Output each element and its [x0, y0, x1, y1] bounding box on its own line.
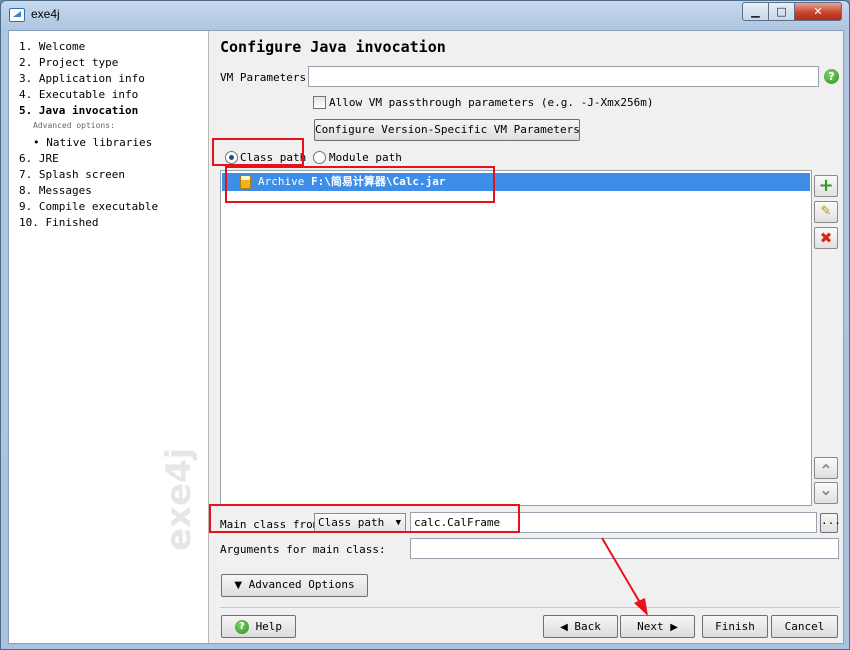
- back-button-label: Back: [574, 620, 601, 633]
- step-finished[interactable]: 10. Finished: [19, 215, 158, 231]
- maximize-button[interactable]: □: [768, 2, 795, 21]
- close-button[interactable]: ✕: [794, 2, 842, 21]
- browse-main-class-button[interactable]: ...: [820, 513, 841, 533]
- step-list: 1. Welcome 2. Project type 3. Applicatio…: [19, 39, 158, 231]
- help-icon[interactable]: ?: [824, 69, 839, 84]
- remove-entry-button[interactable]: ✖: [814, 227, 838, 249]
- java-invocation-page: Configure Java invocation VM Parameters:…: [210, 31, 844, 643]
- advanced-options-header: Advanced options:: [33, 121, 115, 130]
- edit-entry-button[interactable]: ✎: [814, 201, 838, 223]
- exe4j-watermark: exe4j: [159, 447, 199, 551]
- help-button-label: Help: [255, 620, 283, 633]
- minimize-button[interactable]: ▁: [742, 2, 769, 21]
- add-entry-button[interactable]: +: [814, 175, 838, 197]
- back-button[interactable]: ◀ Back: [543, 615, 618, 638]
- wizard-body: 1. Welcome 2. Project type 3. Applicatio…: [8, 30, 844, 644]
- configure-vm-parameters-button[interactable]: Configure Version-Specific VM Parameters: [314, 119, 580, 141]
- annotation-class-path-highlight: [212, 138, 304, 166]
- module-path-radio[interactable]: [313, 151, 326, 164]
- vm-parameters-input[interactable]: [308, 66, 819, 87]
- annotation-main-class-highlight: [209, 504, 520, 533]
- step-application-info[interactable]: 3. Application info: [19, 71, 158, 87]
- step-java-invocation[interactable]: 5. Java invocation: [19, 103, 158, 119]
- dropdown-triangle-icon: ▼: [234, 580, 243, 591]
- module-path-radio-label[interactable]: Module path: [329, 151, 402, 164]
- cancel-button[interactable]: Cancel: [771, 615, 838, 638]
- wizard-steps-sidebar: 1. Welcome 2. Project type 3. Applicatio…: [9, 31, 209, 643]
- step-native-libraries[interactable]: • Native libraries: [19, 135, 158, 151]
- move-down-button[interactable]: ⌄: [814, 482, 838, 504]
- arguments-label: Arguments for main class:: [220, 543, 386, 556]
- footer-divider: [220, 607, 840, 608]
- exe4j-app-icon: [9, 8, 25, 22]
- advanced-options-label: Advanced Options: [248, 578, 355, 591]
- step-welcome[interactable]: 1. Welcome: [19, 39, 158, 55]
- page-title: Configure Java invocation: [220, 38, 446, 56]
- step-jre[interactable]: 6. JRE: [19, 151, 158, 167]
- next-button[interactable]: Next ▶: [620, 615, 695, 638]
- move-up-button[interactable]: ⌃: [814, 457, 838, 480]
- step-compile-executable[interactable]: 9. Compile executable: [19, 199, 158, 215]
- title-bar: exe4j ▁ □ ✕: [1, 1, 849, 29]
- finish-button[interactable]: Finish: [702, 615, 768, 638]
- step-splash-screen[interactable]: 7. Splash screen: [19, 167, 158, 183]
- annotation-classpath-entry-highlight: [225, 166, 495, 203]
- vm-parameters-label: VM Parameters:: [220, 71, 313, 84]
- advanced-options-button[interactable]: ▼ Advanced Options: [221, 574, 368, 597]
- step-project-type[interactable]: 2. Project type: [19, 55, 158, 71]
- arguments-input[interactable]: [410, 538, 839, 559]
- window-title: exe4j: [31, 7, 60, 21]
- help-button-icon: ?: [234, 620, 249, 634]
- step-messages[interactable]: 8. Messages: [19, 183, 158, 199]
- help-button[interactable]: ? Help: [221, 615, 296, 638]
- classpath-list[interactable]: Archive F:\简易计算器\Calc.jar: [220, 170, 812, 506]
- app-window: exe4j ▁ □ ✕ 1. Welcome 2. Project type 3…: [0, 0, 850, 650]
- passthrough-label: Allow VM passthrough parameters (e.g. -J…: [329, 96, 654, 109]
- step-executable-info[interactable]: 4. Executable info: [19, 87, 158, 103]
- next-button-label: Next: [637, 620, 664, 633]
- next-arrow-icon: ▶: [670, 622, 678, 633]
- back-arrow-icon: ◀: [560, 622, 568, 633]
- passthrough-checkbox[interactable]: [313, 96, 326, 109]
